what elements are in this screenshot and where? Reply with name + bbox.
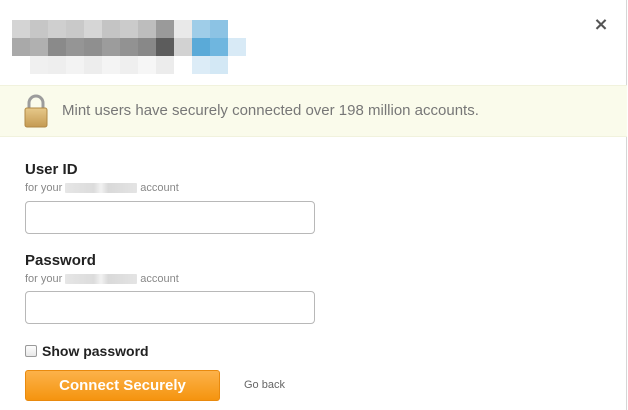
password-hint: for your account	[25, 273, 179, 285]
user-id-hint-prefix: for your	[25, 182, 63, 194]
show-password-label: Show password	[42, 343, 149, 359]
user-id-input[interactable]	[25, 201, 315, 234]
show-password-toggle[interactable]: Show password	[25, 343, 149, 359]
institution-logo	[12, 20, 246, 74]
password-input[interactable]	[25, 291, 315, 324]
connect-securely-button[interactable]: Connect Securely	[25, 370, 220, 401]
user-id-hint: for your account	[25, 182, 179, 194]
user-id-label: User ID	[25, 161, 78, 178]
redacted-institution-name	[65, 274, 138, 284]
password-hint-suffix: account	[140, 273, 179, 285]
redacted-institution-name	[65, 183, 138, 193]
close-icon[interactable]: ×	[593, 16, 609, 34]
show-password-checkbox[interactable]	[25, 345, 37, 357]
connect-account-dialog: × Mint users have securely connected ove…	[0, 0, 627, 410]
go-back-link[interactable]: Go back	[244, 379, 285, 391]
password-hint-prefix: for your	[25, 273, 63, 285]
security-banner: Mint users have securely connected over …	[0, 85, 627, 137]
user-id-hint-suffix: account	[140, 182, 179, 194]
lock-icon	[24, 94, 48, 128]
password-label: Password	[25, 252, 96, 269]
banner-text: Mint users have securely connected over …	[62, 102, 479, 119]
